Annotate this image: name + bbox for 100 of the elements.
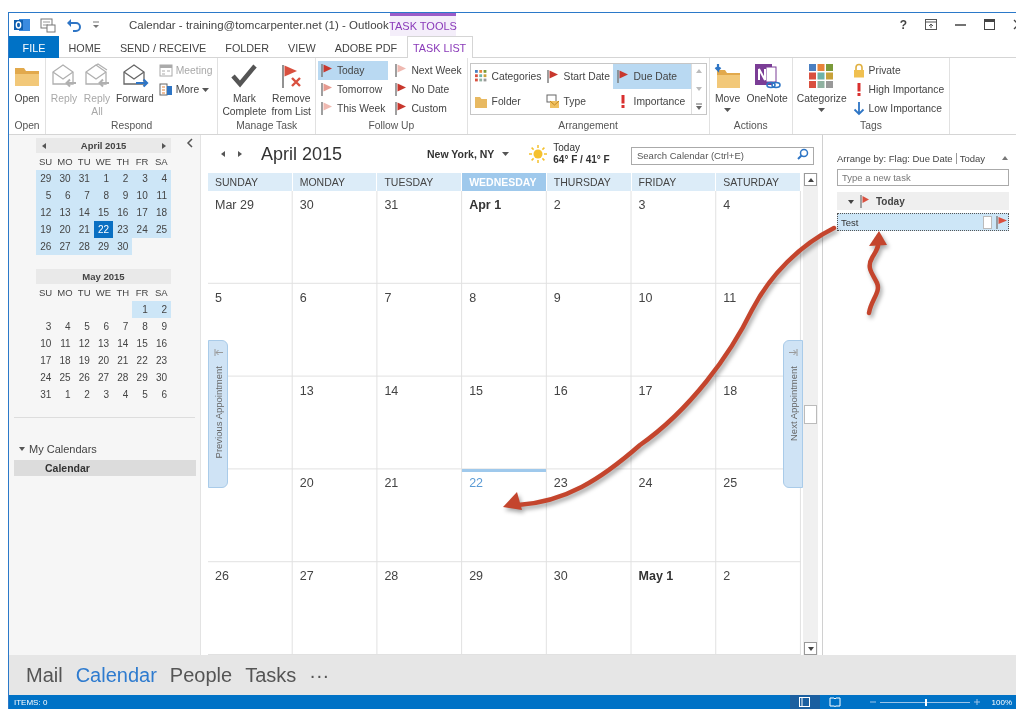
date-cell[interactable]: 19: [36, 221, 56, 238]
navigation-link[interactable]: Tasks: [245, 663, 297, 687]
gallery-item[interactable]: Importance: [612, 89, 691, 114]
scrollbar[interactable]: [803, 173, 818, 655]
date-cell[interactable]: 30: [151, 369, 171, 386]
ribbon-button[interactable]: Move: [711, 61, 744, 114]
date-cell[interactable]: 30: [55, 170, 75, 187]
date-cell[interactable]: 17: [132, 204, 152, 221]
date-cell[interactable]: 27: [55, 238, 75, 255]
date-cell[interactable]: 1: [55, 386, 75, 403]
ribbon-button[interactable]: No Date: [392, 80, 465, 99]
date-cell[interactable]: 28: [113, 369, 133, 386]
date-cell[interactable]: 16: [151, 335, 171, 352]
date-cell[interactable]: 26: [36, 238, 56, 255]
date-cell[interactable]: 6: [93, 318, 114, 335]
date-cell[interactable]: 4: [55, 318, 75, 335]
date-cell[interactable]: 17: [36, 352, 56, 369]
section-header[interactable]: My Calendars: [29, 442, 97, 455]
navigation-link[interactable]: Calendar: [75, 663, 157, 687]
date-cell[interactable]: 9: [113, 187, 133, 204]
ribbon-tab[interactable]: TASK LIST: [406, 36, 473, 58]
date-cell[interactable]: 16: [113, 204, 133, 221]
ribbon-button[interactable]: Custom: [392, 99, 465, 118]
ribbon-tab[interactable]: FOLDER: [215, 36, 279, 58]
date-cell[interactable]: 5: [132, 386, 152, 403]
date-cell[interactable]: 6: [151, 386, 171, 403]
task-row[interactable]: Test: [837, 213, 1009, 231]
date-cell[interactable]: 20: [55, 221, 75, 238]
ribbon-button[interactable]: Low Importance: [849, 99, 948, 118]
ribbon-tab[interactable]: SEND / RECEIVE: [110, 36, 216, 58]
date-cell[interactable]: 11: [55, 335, 75, 352]
date-cell[interactable]: 8: [132, 318, 152, 335]
new-task-field[interactable]: Type a new task: [837, 169, 1009, 186]
previous-appointment-tab[interactable]: Previous Appointment: [208, 340, 228, 488]
date-cell[interactable]: 15: [132, 335, 152, 352]
date-cell[interactable]: 12: [36, 204, 56, 221]
date-cell[interactable]: 10: [132, 187, 152, 204]
date-cell[interactable]: 24: [132, 221, 152, 238]
ribbon-button[interactable]: More: [156, 80, 216, 99]
normal-view-button[interactable]: [789, 695, 820, 709]
date-cell[interactable]: 9: [151, 318, 171, 335]
ribbon-button[interactable]: Open: [11, 61, 43, 107]
date-cell[interactable]: 26: [74, 369, 94, 386]
date-cell[interactable]: 7: [113, 318, 133, 335]
date-cell[interactable]: 3: [36, 318, 56, 335]
ribbon-button[interactable]: Next Week: [392, 61, 465, 80]
sort-label[interactable]: Today: [959, 152, 985, 164]
ribbon-tab[interactable]: HOME: [59, 36, 111, 58]
slider-thumb[interactable]: [924, 698, 927, 706]
date-cell[interactable]: 21: [113, 352, 133, 369]
ribbon-button[interactable]: Today: [317, 61, 389, 80]
gallery-item[interactable]: Due Date: [612, 64, 691, 89]
navigation-link[interactable]: Mail: [26, 663, 63, 687]
date-cell[interactable]: 10: [36, 335, 56, 352]
date-cell[interactable]: 13: [93, 335, 114, 352]
ribbon-button[interactable]: Private: [849, 61, 948, 80]
date-cell[interactable]: 20: [93, 352, 114, 369]
date-cell[interactable]: 29: [36, 170, 56, 187]
location-dropdown[interactable]: New York, NY: [427, 148, 510, 160]
navigation-link[interactable]: ···: [309, 663, 330, 687]
arrange-by-label[interactable]: Arrange by: Flag: Due Date: [837, 152, 953, 164]
date-cell[interactable]: 23: [113, 221, 133, 238]
date-cell[interactable]: 27: [93, 369, 114, 386]
ribbon-tab[interactable]: VIEW: [278, 36, 326, 58]
ribbon-button[interactable]: Remove from List: [269, 61, 313, 120]
date-cell[interactable]: 3: [93, 386, 114, 403]
date-cell[interactable]: 25: [55, 369, 75, 386]
date-cell[interactable]: 22: [132, 352, 152, 369]
task-group-header[interactable]: Today: [837, 192, 1009, 210]
date-cell[interactable]: 29: [132, 369, 152, 386]
help-button[interactable]: ?: [899, 17, 907, 32]
gallery-item[interactable]: Start Date: [542, 64, 613, 89]
navigation-link[interactable]: People: [169, 663, 233, 687]
ribbon-button[interactable]: Forward: [114, 61, 156, 107]
ribbon-tab[interactable]: ADOBE PDF: [325, 36, 407, 58]
next-appointment-tab[interactable]: Next Appointment: [783, 340, 803, 488]
date-cell[interactable]: 31: [36, 386, 56, 403]
date-cell[interactable]: 14: [113, 335, 133, 352]
ribbon-button[interactable]: Mark Complete: [220, 61, 269, 120]
date-cell[interactable]: 4: [113, 386, 133, 403]
gallery-item[interactable]: Folder: [470, 89, 543, 114]
date-cell[interactable]: 5: [74, 318, 94, 335]
date-cell[interactable]: 19: [74, 352, 94, 369]
date-cell[interactable]: 5: [36, 187, 56, 204]
date-cell[interactable]: 30: [113, 238, 133, 255]
ribbon-button[interactable]: Categorize: [794, 61, 849, 114]
date-cell[interactable]: 6: [55, 187, 75, 204]
complete-checkbox[interactable]: [983, 215, 992, 229]
ribbon-button[interactable]: OneNote: [744, 61, 790, 107]
calendar-item[interactable]: Calendar: [14, 460, 196, 476]
date-cell[interactable]: 13: [55, 204, 75, 221]
ribbon-button[interactable]: Tomorrow: [317, 80, 389, 99]
gallery-item[interactable]: Categories: [470, 64, 543, 89]
ribbon-button[interactable]: This Week: [317, 99, 389, 118]
date-cell[interactable]: 24: [36, 369, 56, 386]
date-cell[interactable]: 12: [74, 335, 94, 352]
date-cell[interactable]: 1: [132, 301, 152, 318]
gallery-item[interactable]: Type: [542, 89, 613, 114]
ribbon-button[interactable]: High Importance: [849, 80, 948, 99]
date-cell[interactable]: 3: [132, 170, 152, 187]
